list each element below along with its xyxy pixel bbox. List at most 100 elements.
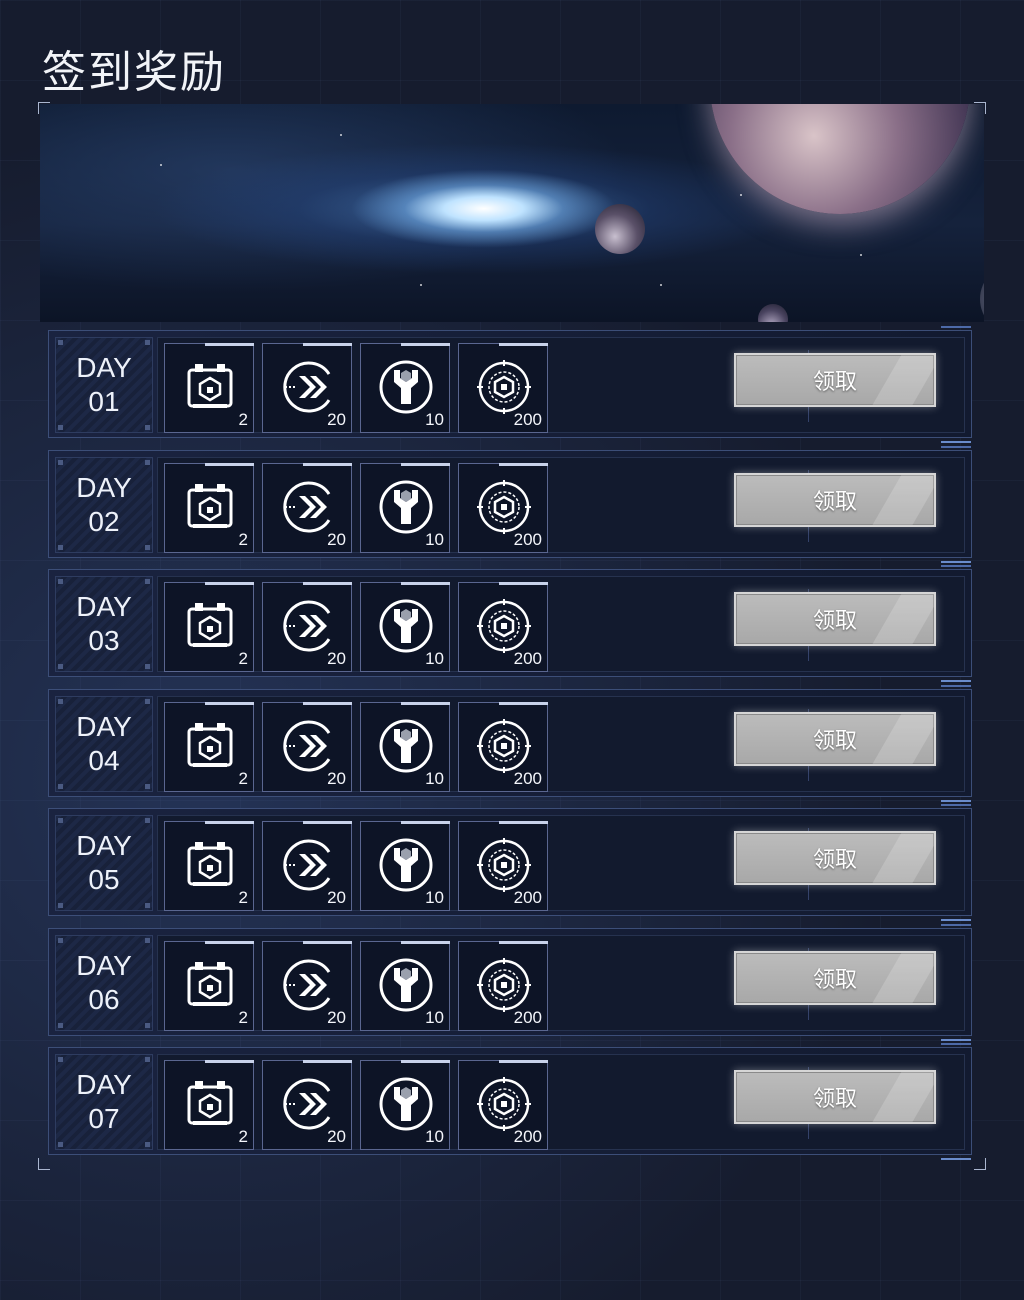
reward-item[interactable]: 2 (164, 582, 254, 672)
day-label: DAY (76, 471, 132, 503)
cube-core-icon (475, 717, 533, 775)
speed-arrows-icon (279, 717, 337, 775)
reward-item[interactable]: 10 (360, 1060, 450, 1150)
star (420, 284, 422, 286)
wrench-icon (377, 358, 435, 416)
reward-item[interactable]: 10 (360, 582, 450, 672)
claim-button[interactable]: 领取 (734, 711, 936, 766)
item-quantity: 2 (238, 1007, 248, 1027)
item-quantity: 2 (238, 1127, 248, 1146)
reward-item[interactable]: 10 (360, 701, 450, 792)
reward-item[interactable]: 200 (458, 940, 548, 1031)
reward-item[interactable]: 200 (458, 462, 548, 553)
item-quantity: 200 (513, 1007, 542, 1027)
item-quantity: 200 (513, 1127, 542, 1146)
crate-icon (181, 836, 239, 894)
wrench-icon (377, 478, 435, 536)
speed-arrows-icon (279, 1075, 337, 1133)
item-quantity: 10 (425, 1127, 444, 1146)
cube-core-icon (475, 597, 533, 655)
wrench-icon (377, 717, 435, 775)
reward-item[interactable]: 20 (262, 582, 352, 672)
day-label: DAY (76, 830, 132, 861)
cube-core-icon (475, 1075, 533, 1133)
day-badge: DAY 06 (55, 934, 153, 1031)
reward-item[interactable]: 20 (262, 1060, 352, 1150)
reward-item[interactable]: 200 (458, 701, 548, 792)
claim-button[interactable]: 领取 (734, 950, 936, 1005)
reward-item[interactable]: 10 (360, 940, 450, 1031)
day-label: DAY (76, 591, 132, 622)
item-quantity: 200 (513, 410, 542, 429)
day-badge: DAY 01 (55, 337, 153, 433)
item-quantity: 2 (238, 768, 248, 788)
day-label: DAY (76, 949, 132, 981)
star (160, 164, 162, 166)
reward-item[interactable]: 200 (458, 343, 548, 433)
reward-item[interactable]: 20 (262, 343, 352, 433)
crate-icon (181, 956, 239, 1014)
item-quantity: 20 (327, 888, 346, 907)
star (740, 194, 742, 196)
item-quantity: 10 (425, 649, 444, 668)
reward-row: DAY 07 2 20 10 200 领取 (48, 1043, 972, 1160)
planet-image (595, 204, 645, 254)
item-quantity: 10 (425, 768, 444, 788)
item-quantity: 20 (327, 768, 346, 788)
day-number: 01 (88, 386, 120, 417)
cube-core-icon (475, 836, 533, 894)
reward-item[interactable]: 2 (164, 940, 254, 1031)
planet-image (758, 304, 788, 322)
wrench-icon (377, 597, 435, 655)
day-number: 07 (88, 1103, 120, 1134)
reward-item[interactable]: 2 (164, 343, 254, 433)
page-title: 签到奖励 (42, 47, 226, 98)
speed-arrows-icon (279, 597, 337, 655)
item-quantity: 10 (425, 410, 444, 429)
crate-icon (181, 1075, 239, 1133)
claim-button[interactable]: 领取 (734, 472, 936, 527)
reward-item[interactable]: 10 (360, 462, 450, 553)
item-quantity: 10 (425, 529, 444, 549)
reward-item[interactable]: 200 (458, 1060, 548, 1150)
cube-core-icon (475, 956, 533, 1014)
claim-button[interactable]: 领取 (734, 353, 936, 407)
reward-list: DAY 01 2 20 10 200 领取 DAY 02 2 20 10 200 领取 DA… (48, 326, 972, 1167)
claim-button[interactable]: 领取 (734, 592, 936, 646)
item-quantity: 200 (513, 529, 542, 549)
reward-item[interactable]: 10 (360, 343, 450, 433)
reward-row: DAY 06 2 20 10 200 领取 (48, 923, 972, 1041)
frame-corner (974, 1158, 986, 1170)
reward-item[interactable]: 20 (262, 462, 352, 553)
day-label: DAY (76, 710, 132, 742)
speed-arrows-icon (279, 956, 337, 1014)
reward-item[interactable]: 2 (164, 821, 254, 911)
day-number: 04 (88, 744, 120, 776)
day-badge: DAY 04 (55, 695, 153, 792)
item-quantity: 2 (238, 529, 248, 549)
reward-item[interactable]: 10 (360, 821, 450, 911)
reward-item[interactable]: 200 (458, 582, 548, 672)
wrench-icon (377, 836, 435, 894)
planet-image (710, 104, 970, 214)
reward-item[interactable]: 200 (458, 821, 548, 911)
crate-icon (181, 358, 239, 416)
day-number: 06 (88, 983, 120, 1015)
reward-item[interactable]: 20 (262, 821, 352, 911)
reward-item[interactable]: 20 (262, 940, 352, 1031)
reward-item[interactable]: 2 (164, 1060, 254, 1150)
reward-item[interactable]: 2 (164, 701, 254, 792)
day-label: DAY (76, 1069, 132, 1100)
reward-row: DAY 05 2 20 10 200 领取 (48, 804, 972, 921)
claim-button[interactable]: 领取 (734, 1070, 936, 1124)
cube-core-icon (475, 358, 533, 416)
reward-item[interactable]: 20 (262, 701, 352, 792)
wrench-icon (377, 1075, 435, 1133)
reward-item[interactable]: 2 (164, 462, 254, 553)
claim-button[interactable]: 领取 (734, 831, 936, 885)
item-quantity: 200 (513, 649, 542, 668)
day-number: 05 (88, 864, 120, 895)
item-quantity: 200 (513, 888, 542, 907)
galaxy-banner (40, 104, 984, 322)
cube-core-icon (475, 478, 533, 536)
